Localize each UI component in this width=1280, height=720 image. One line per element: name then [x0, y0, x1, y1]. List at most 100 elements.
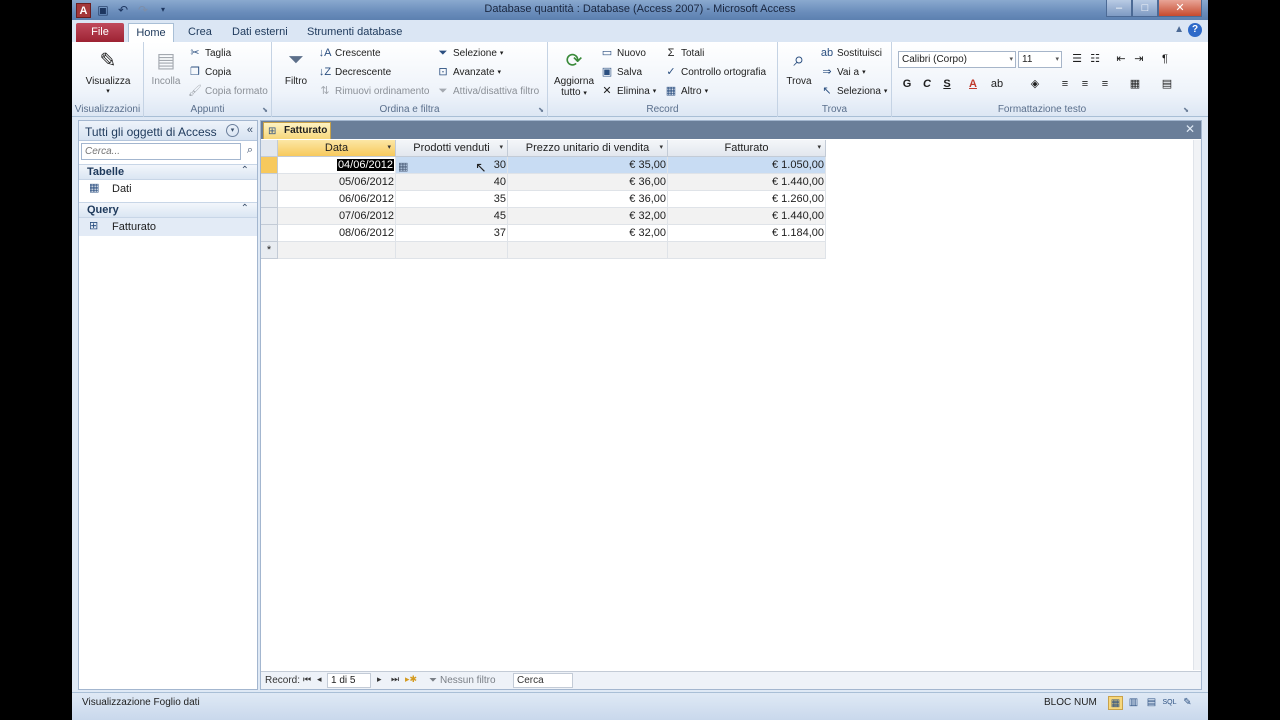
- trova-button[interactable]: ⌕ Trova: [782, 46, 816, 88]
- ordina-launcher-icon[interactable]: ⬊: [538, 106, 544, 114]
- tab-file[interactable]: File: [76, 23, 124, 42]
- previous-record-icon[interactable]: ◂: [317, 674, 322, 685]
- next-record-icon[interactable]: ▸: [377, 674, 382, 685]
- nav-group-tabelle[interactable]: Tabelle ⌃: [79, 164, 257, 180]
- rimuovi-ordinamento-button[interactable]: ⇅ Rimuovi ordinamento: [318, 83, 429, 100]
- chevron-down-icon[interactable]: ▾: [499, 140, 503, 156]
- record-selector[interactable]: [261, 157, 278, 174]
- document-tab-fatturato[interactable]: ⊞ Fatturato: [263, 122, 331, 139]
- controllo-ortografia-button[interactable]: ✓ Controllo ortografia: [664, 64, 766, 81]
- nav-search-input[interactable]: [81, 143, 241, 160]
- appunti-launcher-icon[interactable]: ⬊: [262, 106, 268, 114]
- table-cell[interactable]: € 1.440,00: [668, 174, 826, 191]
- bullets-icon[interactable]: ☰: [1068, 51, 1086, 68]
- chevron-down-icon[interactable]: ▾: [659, 140, 663, 156]
- incolla-button[interactable]: ▤ Incolla: [148, 46, 184, 88]
- bold-button[interactable]: G: [898, 76, 916, 93]
- new-record-nav-icon[interactable]: ▸✱: [405, 674, 417, 685]
- minimize-button[interactable]: –: [1106, 0, 1132, 17]
- tab-strumenti-database[interactable]: Strumenti database: [297, 23, 412, 42]
- highlight-icon[interactable]: ab: [988, 76, 1006, 93]
- tab-home[interactable]: Home: [128, 23, 174, 42]
- crescente-button[interactable]: ↓A Crescente: [318, 45, 381, 62]
- close-button[interactable]: ✕: [1158, 0, 1202, 17]
- no-filter-indicator[interactable]: ⏷ Nessun filtro: [429, 675, 496, 686]
- seleziona-button[interactable]: ↖ Seleziona ▾: [820, 83, 887, 100]
- calendar-icon[interactable]: ▦: [398, 159, 408, 175]
- table-cell[interactable]: ▦ 30: [396, 157, 508, 174]
- totali-button[interactable]: Σ Totali: [664, 45, 705, 62]
- close-document-icon[interactable]: ✕: [1185, 122, 1195, 136]
- column-header-prodotti[interactable]: Prodotti venduti ▾: [396, 140, 508, 157]
- column-header-fatturato[interactable]: Fatturato ▾: [668, 140, 826, 157]
- pivottable-view-icon[interactable]: ▥: [1126, 696, 1141, 710]
- column-header-prezzo[interactable]: Prezzo unitario di vendita ▾: [508, 140, 668, 157]
- new-record-cell[interactable]: [278, 242, 396, 259]
- new-record-cell[interactable]: [668, 242, 826, 259]
- table-cell[interactable]: € 36,00: [508, 191, 668, 208]
- avanzate-button[interactable]: ⊡ Avanzate ▾: [436, 64, 501, 81]
- taglia-button[interactable]: ✂ Taglia: [188, 45, 231, 62]
- new-record-cell[interactable]: [508, 242, 668, 259]
- copia-button[interactable]: ❐ Copia: [188, 64, 231, 81]
- nuovo-button[interactable]: ▭ Nuovo: [600, 45, 646, 62]
- align-right-icon[interactable]: ≡: [1096, 76, 1114, 93]
- record-search-input[interactable]: Cerca: [513, 673, 573, 688]
- table-cell[interactable]: 05/06/2012: [278, 174, 396, 191]
- italic-button[interactable]: C: [918, 76, 936, 93]
- current-record-field[interactable]: 1 di 5: [327, 673, 371, 688]
- record-selector[interactable]: [261, 225, 278, 242]
- new-record-selector[interactable]: *: [261, 242, 278, 259]
- decrescente-button[interactable]: ↓Z Decrescente: [318, 64, 391, 81]
- decrease-indent-icon[interactable]: ⇤: [1112, 51, 1130, 68]
- font-size-select[interactable]: 11 ▾: [1018, 51, 1062, 68]
- vai-a-button[interactable]: ⇒ Vai a ▾: [820, 64, 865, 81]
- attiva-filtro-button[interactable]: ⏷ Attiva/disattiva filtro: [436, 83, 540, 100]
- table-cell[interactable]: € 35,00: [508, 157, 668, 174]
- last-record-icon[interactable]: ⏭: [391, 674, 399, 685]
- numbering-icon[interactable]: ☷: [1086, 51, 1104, 68]
- column-header-data[interactable]: Data ▾: [278, 140, 396, 157]
- tab-crea[interactable]: Crea: [178, 23, 222, 42]
- table-cell[interactable]: € 32,00: [508, 225, 668, 242]
- table-cell[interactable]: € 1.184,00: [668, 225, 826, 242]
- collapse-nav-icon[interactable]: «: [247, 124, 253, 136]
- select-all-corner[interactable]: [261, 140, 278, 157]
- table-cell[interactable]: € 32,00: [508, 208, 668, 225]
- datasheet-view-icon[interactable]: ▦: [1108, 696, 1123, 710]
- table-cell[interactable]: 04/06/2012: [278, 157, 396, 174]
- font-family-select[interactable]: Calibri (Corpo) ▾: [898, 51, 1016, 68]
- chevron-down-icon[interactable]: ▾: [817, 140, 821, 156]
- table-cell[interactable]: 37: [396, 225, 508, 242]
- minimize-ribbon-icon[interactable]: ▲: [1174, 24, 1184, 35]
- new-record-cell[interactable]: [396, 242, 508, 259]
- font-color-icon[interactable]: A: [964, 76, 982, 93]
- table-cell[interactable]: 06/06/2012: [278, 191, 396, 208]
- copia-formato-button[interactable]: 🖌 Copia formato: [188, 83, 268, 100]
- table-cell[interactable]: € 1.440,00: [668, 208, 826, 225]
- visualizza-button[interactable]: ✎ Visualizza ▾: [82, 46, 134, 96]
- align-center-icon[interactable]: ≡: [1076, 76, 1094, 93]
- table-cell[interactable]: 35: [396, 191, 508, 208]
- table-cell[interactable]: 07/06/2012: [278, 208, 396, 225]
- table-cell[interactable]: € 36,00: [508, 174, 668, 191]
- help-icon[interactable]: ?: [1188, 23, 1202, 37]
- table-cell[interactable]: 08/06/2012: [278, 225, 396, 242]
- chevron-down-icon[interactable]: ▾: [387, 140, 391, 156]
- nav-item-dati[interactable]: ▦ Dati: [79, 180, 257, 198]
- nav-menu-dropdown-icon[interactable]: ▾: [226, 124, 239, 137]
- pivotchart-view-icon[interactable]: ▤: [1144, 696, 1159, 710]
- record-selector[interactable]: [261, 174, 278, 191]
- paragraph-direction-icon[interactable]: ¶: [1156, 51, 1174, 68]
- vertical-scrollbar[interactable]: [1193, 140, 1201, 670]
- filtro-button[interactable]: ⏷ Filtro: [278, 46, 314, 88]
- aggiorna-tutto-button[interactable]: ⟳ Aggiorna tutto ▾: [552, 46, 596, 99]
- search-icon[interactable]: ⌕: [247, 144, 253, 157]
- record-selector[interactable]: [261, 191, 278, 208]
- record-selector[interactable]: [261, 208, 278, 225]
- alternate-row-color-icon[interactable]: ▤: [1158, 76, 1176, 93]
- elimina-button[interactable]: ✕ Elimina ▾: [600, 83, 656, 100]
- table-cell[interactable]: € 1.050,00: [668, 157, 826, 174]
- table-cell[interactable]: € 1.260,00: [668, 191, 826, 208]
- tab-dati-esterni[interactable]: Dati esterni: [222, 23, 298, 42]
